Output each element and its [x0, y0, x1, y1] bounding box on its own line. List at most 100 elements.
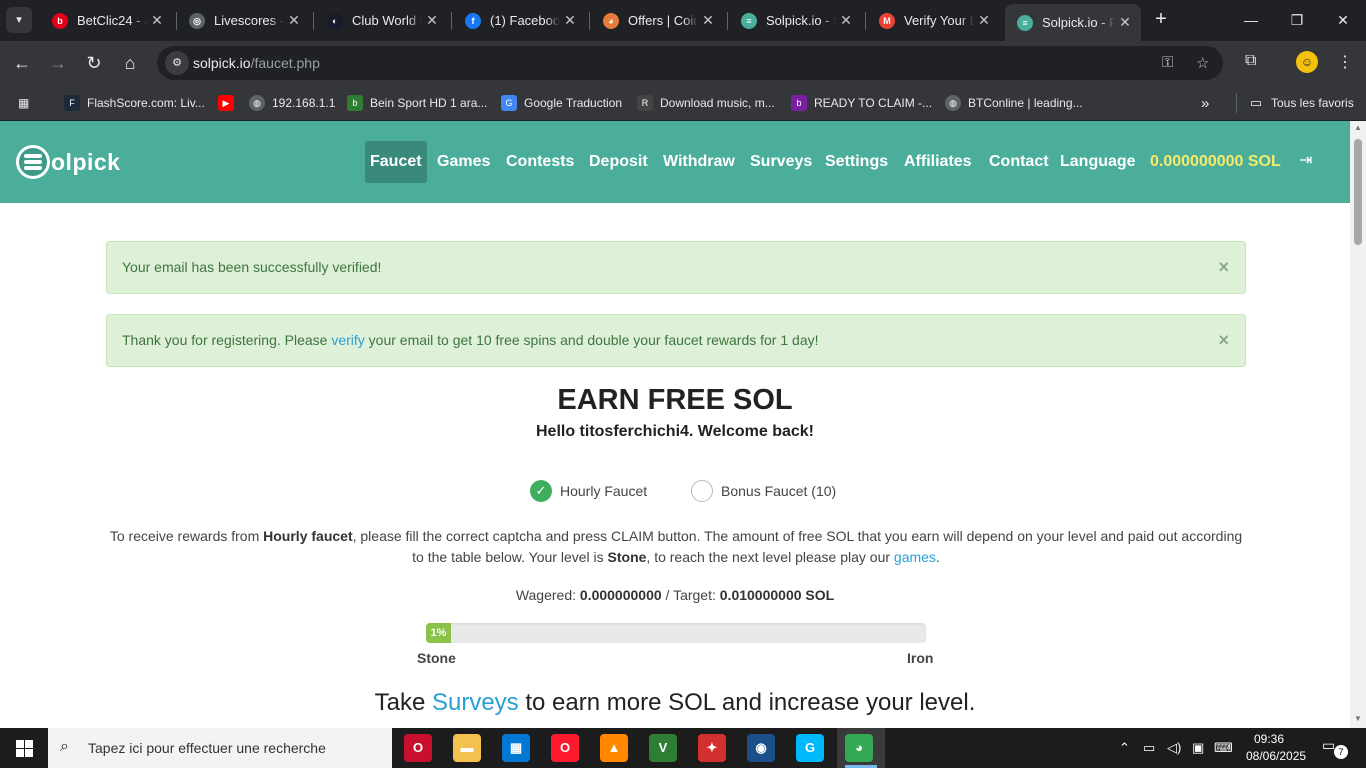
capture-icon[interactable]: ▣	[1192, 740, 1204, 756]
tab-separator	[451, 12, 452, 30]
bookmark-bein[interactable]: b Bein Sport HD 1 ara...	[347, 93, 487, 113]
solpick-logo[interactable]: olpick	[16, 145, 120, 179]
bonus-faucet-option[interactable]: Bonus Faucet (10)	[691, 480, 836, 502]
nav-deposit[interactable]: Deposit	[584, 141, 653, 183]
bookmark-router[interactable]: ◍ 192.168.1.1	[249, 93, 335, 113]
browser-tab[interactable]: f (1) Facebook ✕	[453, 4, 586, 37]
all-bookmarks-folder[interactable]: ▭ Tous les favoris	[1248, 93, 1354, 113]
browser-tab[interactable]: ≡ Solpick.io - S ✕	[729, 4, 862, 37]
nav-contests[interactable]: Contests	[501, 141, 579, 183]
address-bar[interactable]: ⚙ solpick.io/faucet.php ⚿ ☆	[157, 46, 1223, 80]
minimize-icon[interactable]: —	[1228, 6, 1274, 34]
close-icon[interactable]: ✕	[422, 12, 442, 29]
close-icon[interactable]: ✕	[974, 12, 994, 29]
nav-faucet[interactable]: Faucet	[365, 141, 427, 183]
bookmarks-overflow-icon[interactable]: »	[1201, 93, 1209, 113]
nav-withdraw[interactable]: Withdraw	[658, 141, 740, 183]
system-clock[interactable]: 09:36 08/06/2025	[1246, 731, 1306, 765]
opera-gx-app-icon[interactable]: O	[404, 734, 432, 762]
forward-arrow-icon[interactable]: →	[45, 50, 71, 76]
opera-app-icon[interactable]: O	[551, 734, 579, 762]
logout-icon[interactable]: ⇥	[1299, 152, 1317, 170]
windows-start-icon[interactable]	[0, 728, 48, 768]
bookmarks-bar: ▦ F FlashScore.com: Liv... ▶ ◍ 192.168.1…	[0, 85, 1366, 121]
site-info-icon[interactable]: ⚙	[165, 51, 189, 75]
url-text[interactable]: solpick.io/faucet.php	[193, 55, 320, 71]
browser-tab[interactable]: b BetClic24 - Jo ✕	[40, 4, 173, 37]
keyboard-icon[interactable]: ⌨	[1214, 740, 1233, 756]
close-icon[interactable]: ×	[1218, 315, 1229, 366]
bookmark-ready-to-claim[interactable]: b READY TO CLAIM -...	[791, 93, 932, 113]
key-icon[interactable]: ⚿	[1162, 54, 1173, 71]
reload-icon[interactable]: ↻	[81, 50, 107, 76]
vlc-app-icon[interactable]: ▲	[600, 734, 628, 762]
betclic-favicon-icon: b	[52, 12, 68, 29]
game-launcher-app-icon[interactable]: ✦	[698, 734, 726, 762]
nav-language[interactable]: Language	[1055, 141, 1141, 183]
home-icon[interactable]: ⌂	[117, 50, 143, 76]
nav-games[interactable]: Games	[432, 141, 495, 183]
scroll-up-icon[interactable]: ▲	[1350, 123, 1366, 135]
chevron-up-icon[interactable]: ⌃	[1119, 740, 1130, 756]
bookmark-youtube[interactable]: ▶	[218, 93, 241, 113]
notification-icon[interactable]: ▭ 7	[1322, 737, 1348, 759]
youtube-icon: ▶	[218, 95, 234, 111]
close-icon[interactable]: ✕	[1115, 14, 1135, 31]
apps-grid-icon[interactable]: ▦	[18, 93, 29, 113]
nav-contact[interactable]: Contact	[984, 141, 1054, 183]
close-icon[interactable]: ✕	[698, 12, 718, 29]
balance-display: 0.000000000 SOL	[1150, 153, 1281, 170]
new-tab-button[interactable]: +	[1150, 8, 1172, 32]
close-window-icon[interactable]: ✕	[1320, 6, 1366, 34]
microsoft-store-app-icon[interactable]: ▦	[502, 734, 530, 762]
scroll-down-icon[interactable]: ▼	[1350, 714, 1366, 726]
bookmark-label: Download music, m...	[660, 96, 775, 110]
close-icon[interactable]: ×	[1218, 242, 1229, 293]
nvidia-app-icon[interactable]: V	[649, 734, 677, 762]
back-arrow-icon[interactable]: ←	[9, 50, 35, 76]
nav-settings[interactable]: Settings	[820, 141, 893, 183]
profile-avatar[interactable]: ☺	[1296, 51, 1318, 73]
bookmark-btconline[interactable]: ◍ BTConline | leading...	[945, 93, 1083, 113]
star-icon[interactable]: ☆	[1196, 54, 1209, 72]
file-explorer-app-icon[interactable]: ▬	[453, 734, 481, 762]
bookmark-download-music[interactable]: R Download music, m...	[637, 93, 775, 113]
chrome-app-icon[interactable]: ◕	[845, 734, 873, 762]
page-scrollbar[interactable]: ▲ ▼	[1350, 121, 1366, 728]
bookmark-label: Bein Sport HD 1 ara...	[370, 96, 488, 110]
network-icon[interactable]: ▭	[1143, 740, 1155, 756]
solpick-favicon-icon: ≡	[1017, 14, 1033, 31]
games-link[interactable]: games	[894, 549, 936, 565]
tab-label: (1) Facebook	[490, 13, 560, 28]
volume-icon[interactable]: ◁)	[1167, 740, 1181, 756]
surveys-link[interactable]: Surveys	[432, 689, 519, 716]
google-translate-icon: G	[501, 95, 517, 111]
bookmark-flashscore[interactable]: F FlashScore.com: Liv...	[64, 93, 205, 113]
taskbar-search[interactable]: ⌕ Tapez ici pour effectuer une recherche	[48, 728, 392, 768]
logitech-app-icon[interactable]: G	[796, 734, 824, 762]
browser-tab[interactable]: ◐ Club World C ✕	[315, 4, 448, 37]
hourly-faucet-option[interactable]: ✓ Hourly Faucet	[530, 480, 647, 502]
registration-alert: Thank you for registering. Please verify…	[106, 314, 1246, 367]
browser-tab[interactable]: M Verify Your E ✕	[867, 4, 1000, 37]
scroll-thumb[interactable]	[1354, 139, 1362, 245]
windows-taskbar: ⌕ Tapez ici pour effectuer une recherche…	[0, 728, 1366, 768]
browser-tab-active[interactable]: ≡ Solpick.io - F ✕	[1005, 4, 1141, 41]
close-icon[interactable]: ✕	[147, 12, 167, 29]
browser-tab[interactable]: ◎ Livescores - S ✕	[177, 4, 310, 37]
bookmark-google-translate[interactable]: G Google Traduction	[501, 93, 622, 113]
chevron-down-icon[interactable]: ▾	[6, 7, 32, 33]
page-content: olpick Faucet Games Contests Deposit Wit…	[0, 121, 1350, 728]
close-icon[interactable]: ✕	[836, 12, 856, 29]
steam-app-icon[interactable]: ◉	[747, 734, 775, 762]
verify-link[interactable]: verify	[331, 332, 364, 348]
browser-tab[interactable]: ◕ Offers | Coin ✕	[591, 4, 724, 37]
nav-affiliates[interactable]: Affiliates	[899, 141, 977, 183]
solana-logo-icon	[16, 145, 50, 179]
nav-surveys[interactable]: Surveys	[745, 141, 817, 183]
close-icon[interactable]: ✕	[560, 12, 580, 29]
close-icon[interactable]: ✕	[284, 12, 304, 29]
menu-dots-icon[interactable]: ⋮	[1337, 52, 1353, 72]
extensions-icon[interactable]: ⧉	[1245, 52, 1256, 70]
restore-icon[interactable]: ❐	[1274, 6, 1320, 34]
